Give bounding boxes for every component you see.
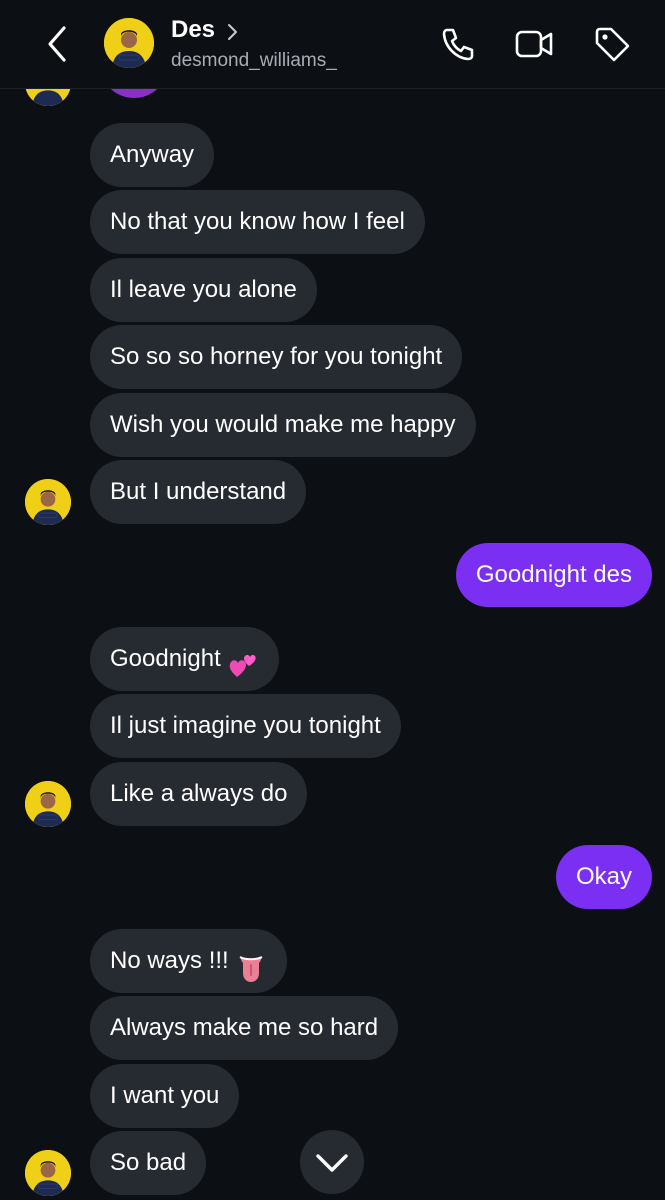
message-text: Okay	[575, 863, 632, 890]
back-button[interactable]	[40, 24, 76, 64]
incoming-message[interactable]: Wish you would make me happy	[90, 393, 476, 457]
sender-avatar[interactable]	[25, 781, 71, 827]
contact-avatar[interactable]	[104, 18, 154, 68]
video-call-button[interactable]	[514, 24, 554, 64]
person-avatar-icon	[25, 479, 71, 525]
incoming-message[interactable]: Goodnight	[90, 627, 279, 691]
message-text: Goodnight	[110, 645, 221, 672]
message-text: Anyway	[110, 141, 195, 168]
incoming-message[interactable]: Always make me so hard	[90, 996, 399, 1060]
incoming-message[interactable]: So bad	[90, 1131, 207, 1195]
message-text: Il just imagine you tonight	[110, 712, 381, 739]
tag-icon	[595, 27, 630, 62]
incoming-message[interactable]: So so so horney for you tonight	[90, 325, 463, 389]
contact-username[interactable]: desmond_williams_	[171, 50, 337, 72]
message-text: No ways !!!	[110, 947, 229, 974]
audio-call-button[interactable]	[438, 24, 478, 64]
message-text: Goodnight des	[475, 561, 632, 588]
message-text: No that you know how I feel	[110, 208, 405, 235]
sender-avatar[interactable]	[25, 479, 71, 525]
chat-header: Des desmond_williams_	[0, 0, 665, 89]
scroll-to-bottom-button[interactable]	[300, 1130, 364, 1194]
sender-avatar[interactable]	[25, 1150, 71, 1196]
person-avatar-icon	[25, 781, 71, 827]
back-chevron-icon	[48, 26, 66, 62]
video-camera-icon	[515, 30, 553, 58]
tongue-icon	[235, 944, 267, 982]
message-text: Like a always do	[110, 780, 288, 807]
two-hearts-icon	[227, 642, 259, 677]
outgoing-message[interactable]: Okay	[555, 845, 652, 909]
tag-button[interactable]	[592, 24, 632, 64]
incoming-message[interactable]: I want you	[90, 1064, 240, 1128]
chevron-down-icon	[316, 1154, 348, 1172]
message-text: Always make me so hard	[110, 1014, 379, 1041]
incoming-message[interactable]: Il just imagine you tonight	[90, 694, 401, 758]
outgoing-message[interactable]: Goodnight des	[455, 543, 652, 607]
incoming-message[interactable]: No ways !!!	[90, 929, 287, 993]
message-text: I want you	[110, 1082, 220, 1109]
incoming-message[interactable]: Il leave you alone	[90, 258, 317, 322]
chevron-right-icon[interactable]	[226, 22, 240, 42]
contact-name[interactable]: Des	[171, 16, 215, 44]
person-avatar-icon	[104, 18, 154, 68]
message-text: So so so horney for you tonight	[110, 343, 443, 370]
incoming-message[interactable]: But I understand	[90, 460, 307, 524]
incoming-message[interactable]: No that you know how I feel	[90, 190, 425, 254]
message-text: Wish you would make me happy	[110, 411, 456, 438]
message-text: Il leave you alone	[110, 276, 297, 303]
phone-icon	[442, 28, 474, 61]
message-text: So bad	[110, 1149, 187, 1176]
incoming-message[interactable]: Like a always do	[90, 762, 308, 826]
person-avatar-icon	[25, 1150, 71, 1196]
incoming-message[interactable]: Anyway	[90, 123, 215, 187]
message-text: But I understand	[110, 478, 287, 505]
